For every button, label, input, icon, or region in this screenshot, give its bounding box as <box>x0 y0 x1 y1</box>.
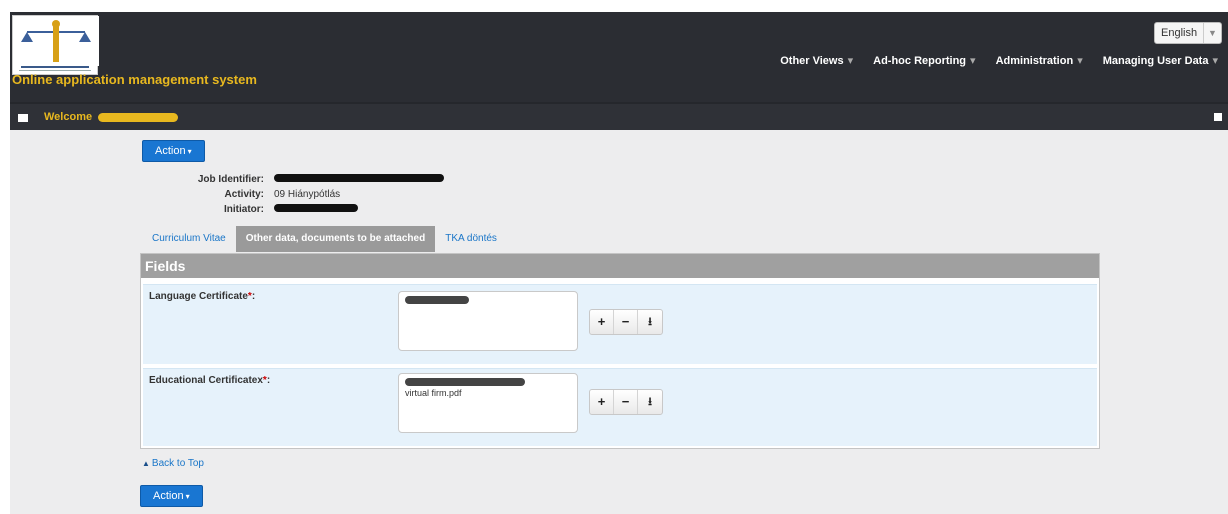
tab-bar: Curriculum Vitae Other data, documents t… <box>142 226 507 252</box>
menu-administration[interactable]: Administration ▾ <box>986 54 1093 67</box>
remove-file-button[interactable]: − <box>614 310 638 334</box>
field-label: Educational Certificatex*: <box>149 375 271 386</box>
redacted-job-identifier <box>274 174 444 182</box>
field-row-educational-certificates: Educational Certificatex*: virtual firm.… <box>143 368 1097 446</box>
redacted-file-name <box>405 378 525 386</box>
chevron-down-icon: ▾ <box>847 55 854 67</box>
add-file-button[interactable]: + <box>590 310 614 334</box>
app-header: Online application management system Eng… <box>10 12 1228 102</box>
file-list-educational-certificates[interactable]: virtual firm.pdf <box>398 373 578 433</box>
menu-adhoc-reporting[interactable]: Ad-hoc Reporting ▾ <box>863 54 985 67</box>
logout-icon[interactable] <box>1214 113 1222 121</box>
download-icon[interactable]: ⭳ <box>638 390 662 414</box>
job-meta: Job Identifier: Activity: 09 Hiánypótlás… <box>140 172 444 217</box>
tab-curriculum-vitae[interactable]: Curriculum Vitae <box>142 226 236 252</box>
action-button-bottom[interactable]: Action ▾ <box>140 485 203 507</box>
menu-toggle-icon[interactable] <box>18 114 28 122</box>
redacted-file-name <box>405 296 469 304</box>
scales-of-justice-icon <box>13 16 99 66</box>
language-value: English <box>1161 27 1198 39</box>
language-select[interactable]: English ▼ <box>1154 22 1222 44</box>
action-button-top[interactable]: Action ▾ <box>142 140 205 162</box>
activity-label: Activity: <box>224 189 264 200</box>
caret-up-icon: ▲ <box>142 459 150 468</box>
file-list-language-certificate[interactable] <box>398 291 578 351</box>
download-icon[interactable]: ⭳ <box>638 310 662 334</box>
field-label: Language Certificate*: <box>149 291 256 302</box>
back-to-top-link[interactable]: ▲ Back to Top <box>142 458 204 469</box>
add-file-button[interactable]: + <box>590 390 614 414</box>
job-identifier-label: Job Identifier: <box>197 174 264 185</box>
menu-other-views[interactable]: Other Views ▾ <box>770 54 863 67</box>
chevron-down-icon: ▾ <box>970 55 976 67</box>
redacted-initiator <box>274 204 358 212</box>
fields-panel: Fields Language Certificate*: + − ⭳ Educ… <box>140 253 1100 449</box>
menu-managing-user-data[interactable]: Managing User Data ▾ <box>1093 54 1228 67</box>
panel-title: Fields <box>141 254 1099 278</box>
remove-file-button[interactable]: − <box>614 390 638 414</box>
tab-tka-dontes[interactable]: TKA döntés <box>435 226 507 252</box>
chevron-down-icon: ▼ <box>1203 23 1221 43</box>
initiator-label: Initiator: <box>224 204 264 215</box>
chevron-down-icon: ▾ <box>1212 55 1218 67</box>
redacted-username <box>98 112 179 122</box>
caret-down-icon: ▾ <box>185 492 190 501</box>
field-row-language-certificate: Language Certificate*: + − ⭳ <box>143 284 1097 364</box>
chevron-down-icon: ▾ <box>1077 55 1083 67</box>
file-actions: + − ⭳ <box>589 389 663 415</box>
welcome-bar: Welcome <box>10 102 1228 130</box>
top-menu: Other Views ▾ Ad-hoc Reporting ▾ Administr… <box>770 54 1228 67</box>
caret-down-icon: ▾ <box>187 147 192 156</box>
tab-other-data[interactable]: Other data, documents to be attached <box>235 226 436 252</box>
file-actions: + − ⭳ <box>589 309 663 335</box>
activity-value: 09 Hiánypótlás <box>274 189 341 200</box>
welcome-text: Welcome <box>44 111 179 123</box>
file-name: virtual firm.pdf <box>405 388 462 398</box>
app-title: Online application management system <box>12 72 257 87</box>
logo <box>12 15 99 75</box>
